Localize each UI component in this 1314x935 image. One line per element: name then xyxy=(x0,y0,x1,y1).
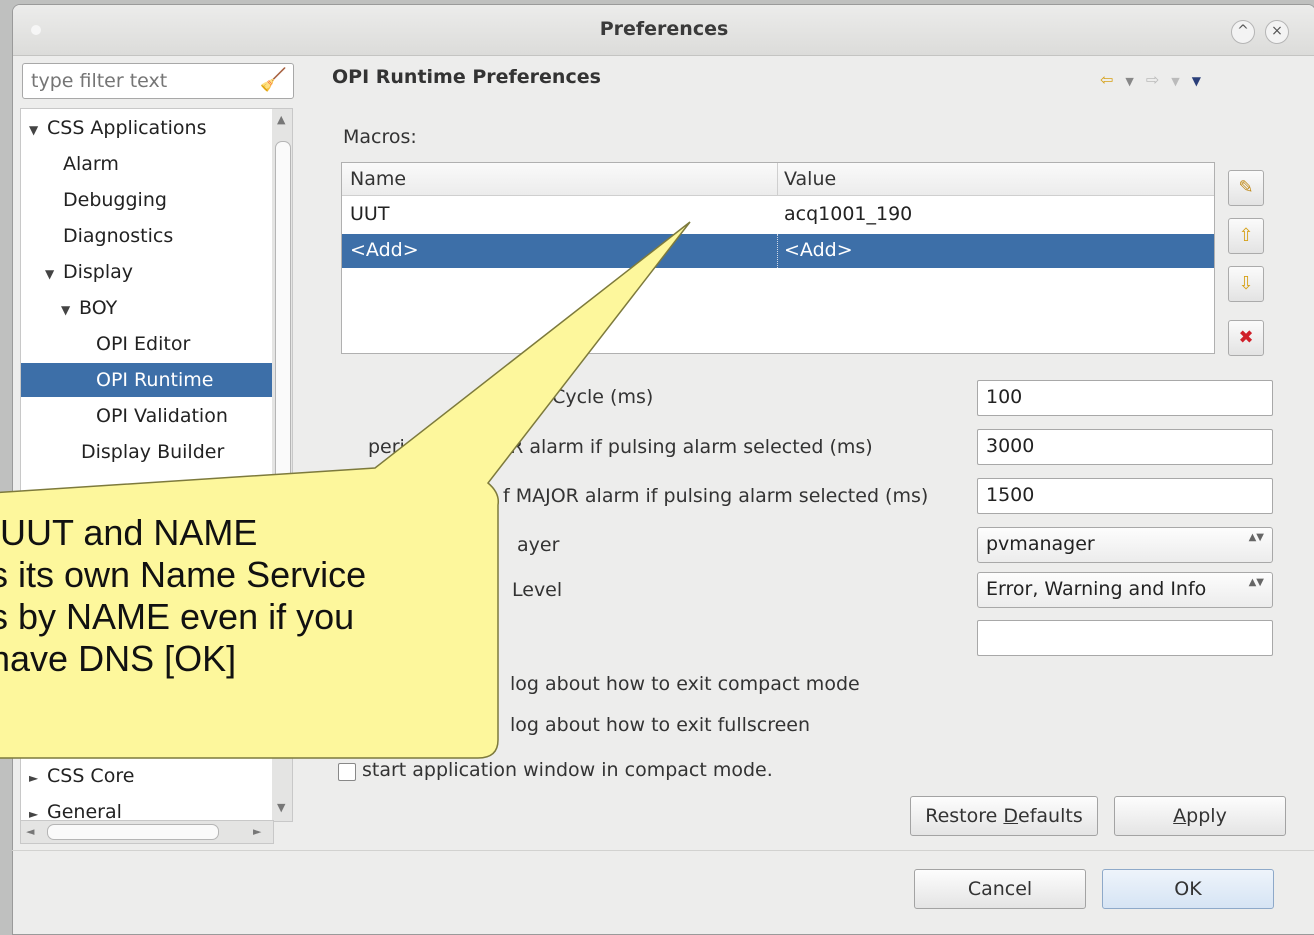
close-button[interactable]: × xyxy=(1265,20,1289,44)
edit-macro-button[interactable]: ✎ xyxy=(1228,170,1264,206)
macro-name-cell[interactable]: UUT xyxy=(350,203,389,225)
macro-value-cell[interactable]: <Add> xyxy=(784,239,853,261)
minimize-button[interactable]: ^ xyxy=(1231,20,1255,44)
major-alarm-period-label: f MAJOR alarm if pulsing alarm selected … xyxy=(503,485,929,507)
log-level-select[interactable]: Error, Warning and Info ▲▼ xyxy=(977,572,1273,608)
collapsed-twisty-icon[interactable]: ► xyxy=(29,797,47,821)
tree-item-diagnostics[interactable]: Diagnostics xyxy=(63,219,173,253)
ok-button[interactable]: OK xyxy=(1102,869,1274,909)
delete-x-icon: ✖ xyxy=(1238,327,1254,348)
pv-layer-label: ayer xyxy=(517,534,560,556)
arrow-up-icon: ⇧ xyxy=(1238,225,1254,246)
move-down-button[interactable]: ⇩ xyxy=(1228,266,1264,302)
start-compact-checkbox[interactable] xyxy=(338,763,356,781)
refresh-cycle-label: resh Cycle (ms) xyxy=(505,386,654,408)
page-navigation: ⇦ ▼ ⇨ ▼ ▼ xyxy=(1100,70,1213,89)
start-compact-label: start application window in compact mode… xyxy=(362,759,773,781)
refresh-cycle-field[interactable]: 100 xyxy=(977,380,1273,416)
pencil-icon: ✎ xyxy=(1238,177,1254,198)
tree-item-display[interactable]: ▼ Display xyxy=(45,255,133,289)
macros-table: Name Value UUT acq1001_190 <Add> <Add> xyxy=(341,162,1215,354)
spinner-arrows-icon: ▲▼ xyxy=(1248,577,1264,588)
tree-item-css-applications[interactable]: ▼ CSS Applications xyxy=(29,111,207,145)
tree-item-opi-runtime[interactable]: OPI Runtime xyxy=(21,363,273,397)
spinner-arrows-icon: ▲▼ xyxy=(1248,532,1264,543)
log-level-label: Level xyxy=(512,579,563,601)
table-row[interactable]: <Add> <Add> xyxy=(342,234,1214,268)
filter-field[interactable]: 🧹 xyxy=(22,63,294,99)
tree-vertical-scrollbar[interactable]: ▲ ▼ xyxy=(272,108,293,822)
tree-item-css-core[interactable]: ► CSS Core xyxy=(29,759,134,793)
forward-menu-icon[interactable]: ▼ xyxy=(1171,75,1179,88)
window-title: Preferences xyxy=(599,18,729,40)
cancel-button[interactable]: Cancel xyxy=(914,869,1086,909)
scroll-down-arrow-icon[interactable]: ▼ xyxy=(277,801,285,814)
tree-horizontal-scrollbar[interactable]: ◄ ► xyxy=(20,820,274,844)
fullscreen-dialog-label: log about how to exit fullscreen xyxy=(510,714,811,736)
scroll-up-arrow-icon[interactable]: ▲ xyxy=(277,113,285,126)
scroll-right-arrow-icon[interactable]: ► xyxy=(253,825,261,838)
minor-alarm-period-field[interactable]: 3000 xyxy=(977,429,1273,465)
compact-mode-dialog-label: log about how to exit compact mode xyxy=(510,673,860,695)
empty-text-field[interactable] xyxy=(977,620,1273,656)
minor-alarm-period-label: period of MINOR alarm if pulsing alarm s… xyxy=(368,436,873,458)
major-alarm-period-field[interactable]: 1500 xyxy=(977,478,1273,514)
pv-layer-select[interactable]: pvmanager ▲▼ xyxy=(977,527,1273,563)
delete-macro-button[interactable]: ✖ xyxy=(1228,320,1264,356)
tree-item-boy[interactable]: ▼ BOY xyxy=(61,291,117,325)
apply-button[interactable]: Apply xyxy=(1114,796,1286,836)
move-up-button[interactable]: ⇧ xyxy=(1228,218,1264,254)
tree-item-alarm[interactable]: Alarm xyxy=(63,147,119,181)
tree-item-opi-validation[interactable]: OPI Validation xyxy=(96,399,228,433)
tree-item-general[interactable]: ► General xyxy=(29,795,122,821)
page-title: OPI Runtime Preferences xyxy=(332,66,601,88)
arrow-down-icon: ⇩ xyxy=(1238,273,1254,294)
title-bar: Preferences ^ × xyxy=(13,5,1314,56)
restore-defaults-button[interactable]: Restore Defaults xyxy=(910,796,1098,836)
scroll-left-arrow-icon[interactable]: ◄ xyxy=(26,825,34,838)
back-arrow-icon[interactable]: ⇦ xyxy=(1100,70,1113,89)
view-menu-icon[interactable]: ▼ xyxy=(1192,74,1201,88)
macro-value-cell[interactable]: acq1001_190 xyxy=(784,203,912,225)
table-header: Name Value xyxy=(342,163,1214,196)
expanded-twisty-icon[interactable]: ▼ xyxy=(29,113,47,147)
macros-label: Macros: xyxy=(343,126,417,148)
macro-name-cell[interactable]: <Add> xyxy=(350,239,419,261)
column-header-name[interactable]: Name xyxy=(350,168,406,190)
forward-arrow-icon[interactable]: ⇨ xyxy=(1146,70,1159,89)
horizontal-scroll-thumb[interactable] xyxy=(47,824,219,840)
tree-item-debugging[interactable]: Debugging xyxy=(63,183,167,217)
clear-filter-icon[interactable]: 🧹 xyxy=(260,68,287,93)
column-header-value[interactable]: Value xyxy=(784,168,836,190)
back-menu-icon[interactable]: ▼ xyxy=(1125,75,1133,88)
preferences-tree: ▼ CSS Applications Alarm Debugging Diagno… xyxy=(20,108,274,822)
expanded-twisty-icon[interactable]: ▼ xyxy=(61,293,79,327)
callout-text: UUT and NAME s its own Name Service s by… xyxy=(0,512,367,679)
collapsed-twisty-icon[interactable]: ► xyxy=(29,761,47,795)
tree-item-display-builder[interactable]: Display Builder xyxy=(81,435,224,469)
table-row[interactable]: UUT acq1001_190 xyxy=(342,198,1214,232)
tree-item-opi-editor[interactable]: OPI Editor xyxy=(96,327,190,361)
expanded-twisty-icon[interactable]: ▼ xyxy=(45,257,63,291)
filter-input[interactable] xyxy=(29,69,253,93)
